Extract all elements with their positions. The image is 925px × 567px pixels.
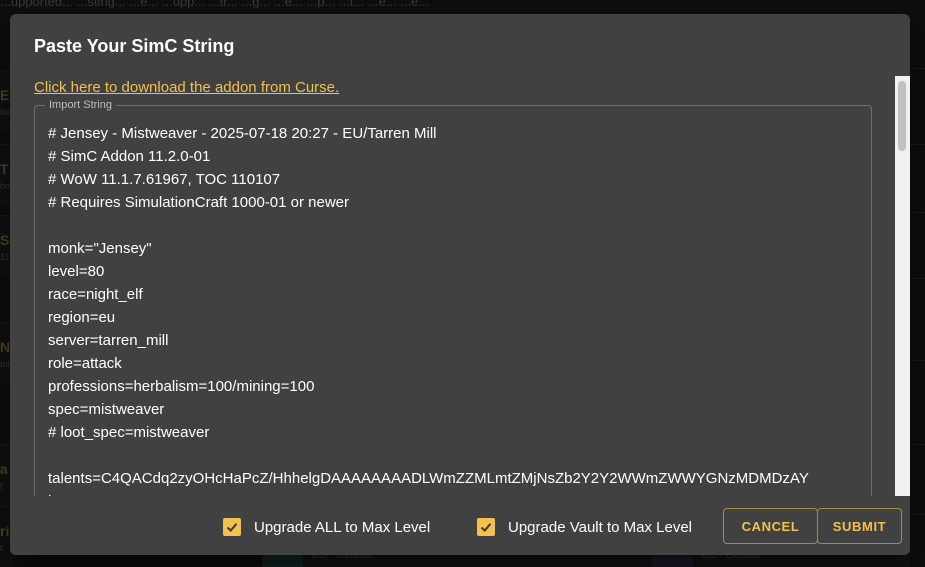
cancel-button[interactable]: CANCEL [723,508,818,544]
simc-dialog: Paste Your SimC String Click here to dow… [10,14,910,555]
import-string-textarea[interactable]: # Jensey - Mistweaver - 2025-07-18 20:27… [48,122,863,496]
upgrade-all-checkbox[interactable]: Upgrade ALL to Max Level [223,516,430,538]
import-string-field[interactable]: Import String # Jensey - Mistweaver - 20… [34,99,872,496]
check-icon [223,518,241,536]
upgrade-all-label: Upgrade ALL to Max Level [254,518,431,536]
import-string-label: Import String [45,99,116,111]
download-addon-link[interactable]: Click here to download the addon from Cu… [34,79,339,96]
upgrade-vault-checkbox[interactable]: Upgrade Vault to Max Level [477,516,692,538]
scrollbar-thumb[interactable] [898,81,906,151]
submit-button[interactable]: SUBMIT [817,508,902,544]
check-icon [477,518,495,536]
dialog-footer: Upgrade ALL to Max Level Upgrade Vault t… [10,496,910,555]
dialog-scrollbar[interactable] [895,76,910,496]
upgrade-vault-label: Upgrade Vault to Max Level [508,518,692,536]
dialog-title: Paste Your SimC String [34,36,235,56]
dialog-content: Click here to download the addon from Cu… [10,76,910,496]
